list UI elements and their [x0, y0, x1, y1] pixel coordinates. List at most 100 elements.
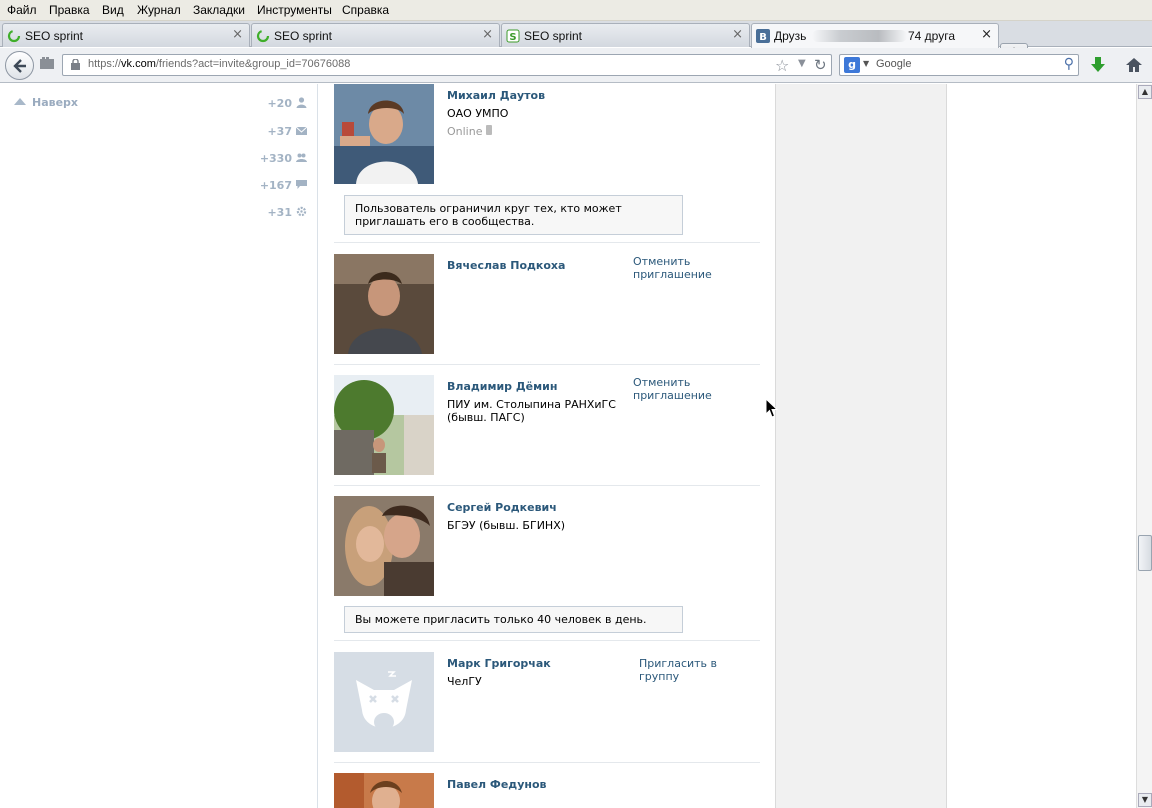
blurred-region — [812, 30, 907, 42]
gear-icon — [296, 206, 307, 217]
counter-value: +31 — [267, 206, 292, 219]
friend-info: ПИУ им. Столыпина РАНХиГС (бывш. ПАГС) — [447, 398, 616, 424]
menu-bar: Файл Правка Вид Журнал Закладки Инструме… — [0, 0, 1152, 21]
navigation-bar: https://vk.com/friends?act=invite&group_… — [0, 48, 1152, 83]
url-path: /friends?act=invite&group_id=70676088 — [155, 58, 351, 70]
menu-help[interactable]: Справка — [342, 3, 389, 17]
avatar[interactable] — [334, 496, 434, 596]
left-sidebar: Наверх +20 +37 +330 +167 +31 — [0, 84, 318, 808]
online-status: Online — [447, 125, 492, 138]
tab-seo-sprint-3[interactable]: S SEO sprint × — [501, 23, 750, 47]
menu-tools[interactable]: Инструменты — [257, 3, 332, 17]
tab-label: Друзь — [774, 29, 807, 43]
menu-history[interactable]: Журнал — [137, 3, 181, 17]
friend-name-link[interactable]: Владимир Дёмин — [447, 380, 557, 393]
envelope-icon — [296, 126, 307, 135]
download-arrow-icon[interactable] — [1089, 56, 1107, 74]
invite-restriction-notice: Пользователь ограничил круг тех, кто мож… — [344, 195, 683, 235]
tab-close-icon[interactable]: × — [981, 27, 992, 42]
friend-row: Марк Григорчак ЧелГУ Пригласить в группу — [334, 652, 760, 763]
reload-icon[interactable]: ↻ — [814, 56, 827, 74]
scrollbar-thumb[interactable] — [1138, 535, 1152, 571]
vertical-scrollbar[interactable]: ▲ ▼ — [1136, 84, 1152, 808]
back-arrow-icon — [12, 59, 26, 73]
google-engine-icon[interactable]: g — [844, 57, 860, 73]
tab-close-icon[interactable]: × — [232, 27, 243, 42]
invite-to-group-link[interactable]: Пригласить в группу — [639, 657, 760, 683]
counter-value: +37 — [267, 125, 292, 138]
back-button[interactable] — [5, 51, 34, 80]
tab-seo-sprint-1[interactable]: SEO sprint × — [2, 23, 250, 47]
home-icon[interactable] — [1124, 55, 1144, 75]
counter-groups[interactable]: +330 — [227, 152, 307, 165]
counter-settings[interactable]: +31 — [227, 206, 307, 219]
menu-bookmarks[interactable]: Закладки — [193, 3, 245, 17]
menu-file[interactable]: Файл — [7, 3, 37, 17]
friend-name-link[interactable]: Вячеслав Подкоха — [447, 259, 565, 272]
avatar[interactable] — [334, 652, 434, 752]
tab-vk-friends[interactable]: B Друзь 74 друга × — [751, 23, 999, 48]
friend-info: ЧелГУ — [447, 675, 482, 688]
counter-messages[interactable]: +37 — [227, 125, 307, 138]
cancel-invitation-link[interactable]: Отменить приглашение — [633, 376, 760, 402]
group-icon — [296, 153, 307, 162]
avatar[interactable] — [334, 375, 434, 475]
tab-close-icon[interactable]: × — [482, 27, 493, 42]
menu-edit[interactable]: Правка — [49, 3, 90, 17]
search-bar[interactable]: g ▼ Google ⚲ — [839, 54, 1079, 76]
history-dropdown-icon[interactable]: ▼ — [798, 58, 806, 69]
tab-seo-sprint-2[interactable]: SEO sprint × — [251, 23, 500, 47]
avatar-photo — [334, 254, 434, 354]
web-page: Наверх +20 +37 +330 +167 +31 Михаил Даут… — [0, 84, 1136, 808]
avatar[interactable] — [334, 84, 434, 184]
avatar-photo — [334, 84, 434, 184]
url-prefix: https:// — [88, 58, 122, 70]
counter-comments[interactable]: +167 — [227, 179, 307, 192]
scroll-up-arrow-icon[interactable]: ▲ — [1138, 85, 1152, 99]
tab-groups-icon — [40, 57, 54, 69]
tab-groups-button[interactable] — [36, 56, 58, 76]
engine-dropdown-icon[interactable]: ▼ — [863, 59, 869, 68]
seosprint-logo-icon: S — [506, 29, 520, 43]
online-label: Online — [447, 125, 483, 138]
friend-row: Михаил Даутов ОАО УМПО Online Пользовате… — [334, 84, 760, 243]
scroll-to-top-label: Наверх — [32, 96, 79, 109]
avatar-photo — [334, 496, 434, 596]
tab-bar: SEO sprint × SEO sprint × S SEO sprint ×… — [0, 21, 1152, 66]
friend-name-link[interactable]: Сергей Родкевич — [447, 501, 557, 514]
address-text: https://vk.com/friends?act=invite&group_… — [88, 58, 350, 70]
avatar[interactable] — [334, 773, 434, 808]
default-avatar-dog-icon — [334, 652, 434, 752]
counter-value: +167 — [259, 179, 292, 192]
friend-name-link[interactable]: Михаил Даутов — [447, 89, 545, 102]
search-icon[interactable]: ⚲ — [1064, 56, 1074, 72]
friend-info: ОАО УМПО — [447, 107, 509, 120]
loading-spinner-icon — [256, 29, 270, 43]
bookmark-star-icon[interactable]: ☆ — [775, 56, 789, 75]
friend-row: Вячеслав Подкоха Отменить приглашение — [334, 254, 760, 365]
friend-name-link[interactable]: Марк Григорчак — [447, 657, 551, 670]
scroll-to-top-link[interactable]: Наверх — [14, 96, 78, 109]
scroll-down-arrow-icon[interactable]: ▼ — [1138, 793, 1152, 807]
person-icon — [296, 97, 307, 108]
menu-view[interactable]: Вид — [102, 3, 124, 17]
vk-logo-icon: B — [756, 29, 770, 43]
avatar-photo — [334, 375, 434, 475]
tab-close-icon[interactable]: × — [732, 27, 743, 42]
friend-row: Сергей Родкевич БГЭУ (бывш. БГИНХ) Вы мо… — [334, 496, 760, 641]
counter-friends[interactable]: +20 — [227, 97, 307, 110]
friends-invite-list: Михаил Даутов ОАО УМПО Online Пользовате… — [319, 84, 775, 808]
counter-value: +20 — [267, 97, 292, 110]
tab-label: SEO sprint — [524, 29, 583, 43]
daily-limit-notice: Вы можете пригласить только 40 человек в… — [344, 606, 683, 633]
counter-value: +330 — [259, 152, 292, 165]
search-placeholder: Google — [876, 58, 912, 70]
address-bar[interactable]: https://vk.com/friends?act=invite&group_… — [62, 54, 832, 76]
right-panel — [775, 84, 947, 808]
svg-text:S: S — [509, 32, 516, 43]
tab-label: SEO sprint — [274, 29, 333, 43]
friend-row: Владимир Дёмин ПИУ им. Столыпина РАНХиГС… — [334, 375, 760, 486]
friend-name-link[interactable]: Павел Федунов — [447, 778, 546, 791]
cancel-invitation-link[interactable]: Отменить приглашение — [633, 255, 760, 281]
avatar[interactable] — [334, 254, 434, 354]
